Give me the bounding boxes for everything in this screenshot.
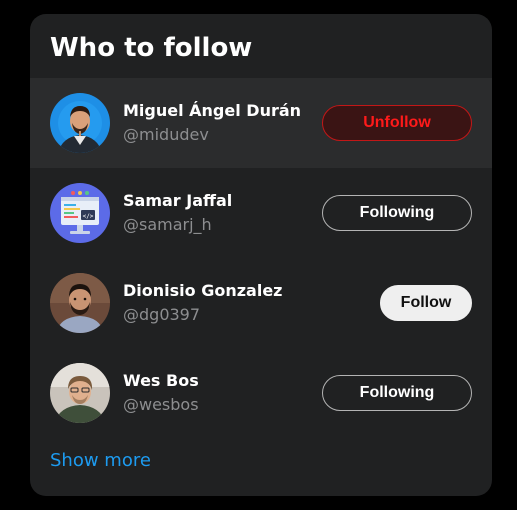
user-info: Wes Bos @wesbos <box>123 371 322 416</box>
user-handle[interactable]: @samarj_h <box>123 214 322 236</box>
code-monitor-icon: </> <box>50 183 110 243</box>
user-name[interactable]: Miguel Ángel Durán <box>123 101 322 121</box>
avatar[interactable] <box>50 363 110 423</box>
avatar[interactable] <box>50 93 110 153</box>
follow-button[interactable]: Follow <box>380 285 472 321</box>
user-handle[interactable]: @midudev <box>123 124 322 146</box>
user-info: Dionisio Gonzalez @dg0397 <box>123 281 380 326</box>
avatar[interactable]: </> <box>50 183 110 243</box>
user-handle[interactable]: @dg0397 <box>123 304 380 326</box>
svg-text:</>: </> <box>83 213 94 220</box>
user-handle[interactable]: @wesbos <box>123 394 322 416</box>
following-button[interactable]: Following <box>322 195 472 231</box>
unfollow-button[interactable]: Unfollow <box>322 105 472 141</box>
who-to-follow-card: Who to follow Miguel Ángel Durán @midude… <box>30 14 492 496</box>
person-photo-icon <box>50 273 110 333</box>
card-title: Who to follow <box>50 33 253 63</box>
user-name[interactable]: Dionisio Gonzalez <box>123 281 380 301</box>
user-name[interactable]: Wes Bos <box>123 371 322 391</box>
user-name[interactable]: Samar Jaffal <box>123 191 322 211</box>
person-photo-icon <box>50 93 110 153</box>
person-photo-icon <box>50 363 110 423</box>
following-button[interactable]: Following <box>322 375 472 411</box>
show-more-link[interactable]: Show more <box>30 450 151 471</box>
user-info: Miguel Ángel Durán @midudev <box>123 101 322 146</box>
user-row-dg0397[interactable]: Dionisio Gonzalez @dg0397 Follow <box>30 258 492 348</box>
user-info: Samar Jaffal @samarj_h <box>123 191 322 236</box>
user-row-midudev[interactable]: Miguel Ángel Durán @midudev Unfollow <box>30 78 492 168</box>
user-row-samarj-h[interactable]: </> Samar Jaffal @samarj_h Following <box>30 168 492 258</box>
avatar[interactable] <box>50 273 110 333</box>
user-row-wesbos[interactable]: Wes Bos @wesbos Following <box>30 348 492 438</box>
